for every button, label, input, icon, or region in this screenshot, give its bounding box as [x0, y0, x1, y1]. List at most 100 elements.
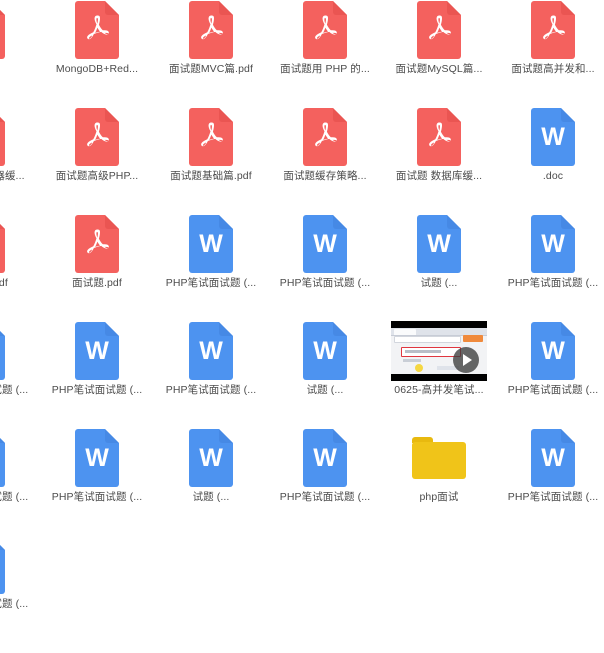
word-file-icon[interactable]: W [415, 214, 463, 274]
word-file-icon[interactable]: W [0, 535, 7, 595]
file-item[interactable]: 面试题基础篇.pdf [154, 107, 268, 214]
file-item[interactable]: MongoDB+Red... [40, 0, 154, 107]
word-file-icon[interactable]: W [187, 428, 235, 488]
file-item-label: PHP笔试面试题 (... [0, 598, 29, 610]
file-item[interactable]: W 试题 (... [382, 214, 496, 321]
file-grid[interactable]: 面试... MongoDB+Red... 面试题MVC篇.pdf 面试题用 PHP 的… [0, 0, 604, 653]
file-item-label: PHP笔试面试题 (... [507, 491, 599, 503]
word-file-icon: W [0, 545, 5, 594]
file-item-label: PHP笔试面试题 (... [51, 384, 143, 396]
pdf-file-icon[interactable] [0, 107, 7, 167]
file-item[interactable]: 面试题用 PHP 的... [268, 0, 382, 107]
word-file-icon: W [531, 322, 575, 380]
word-file-icon[interactable]: W [301, 214, 349, 274]
pdf-file-icon[interactable] [187, 107, 235, 167]
file-item[interactable]: W PHP笔试面试题 (... [268, 428, 382, 535]
svg-text:W: W [313, 444, 337, 472]
file-item[interactable]: W .doc [496, 107, 604, 214]
file-item-label: .doc [542, 170, 564, 182]
word-file-icon: W [189, 322, 233, 380]
preview-orange-badge [463, 335, 483, 342]
svg-text:W: W [541, 337, 565, 365]
file-item[interactable]: 面试题 数据库缓... [382, 107, 496, 214]
file-item[interactable]: 面试题.pdf [0, 214, 40, 321]
play-icon[interactable] [453, 347, 479, 373]
pdf-file-icon [417, 108, 461, 166]
word-file-icon: W [303, 322, 347, 380]
file-item[interactable]: W PHP笔试面试题 (... [0, 321, 40, 428]
pdf-file-icon[interactable] [187, 0, 235, 60]
file-item[interactable]: W PHP笔试面试题 (... [154, 214, 268, 321]
file-item[interactable]: W PHP笔试面试题 (... [496, 321, 604, 428]
pdf-file-icon [417, 1, 461, 59]
file-item-label: PHP笔试面试题 (... [165, 384, 257, 396]
word-file-icon[interactable]: W [0, 428, 7, 488]
pdf-file-icon [189, 108, 233, 166]
file-item[interactable]: W 试题 (... [268, 321, 382, 428]
pdf-file-icon[interactable] [529, 0, 577, 60]
word-file-icon[interactable]: W [187, 214, 235, 274]
svg-text:W: W [85, 444, 109, 472]
file-item-label: 面试题浏览器缓... [0, 170, 25, 182]
word-file-icon[interactable]: W [301, 321, 349, 381]
file-item-label: PHP笔试面试题 (... [0, 384, 29, 396]
file-item[interactable]: 面试... [0, 0, 40, 107]
file-item-label: 面试题MVC篇.pdf [169, 63, 253, 75]
file-item[interactable]: W PHP笔试面试题 (... [154, 321, 268, 428]
file-item[interactable]: 面试题浏览器缓... [0, 107, 40, 214]
pdf-file-icon[interactable] [301, 0, 349, 60]
pdf-file-icon [75, 108, 119, 166]
file-item[interactable]: W PHP笔试面试题 (... [0, 535, 40, 642]
file-item[interactable]: W PHP笔试面试题 (... [496, 214, 604, 321]
word-file-icon: W [189, 215, 233, 273]
file-item-label: 面试题缓存策略... [283, 170, 367, 182]
word-file-icon[interactable]: W [187, 321, 235, 381]
pdf-file-icon[interactable] [415, 107, 463, 167]
file-item[interactable]: 面试题高级PHP... [40, 107, 154, 214]
word-file-icon[interactable]: W [529, 214, 577, 274]
pdf-file-icon[interactable] [0, 214, 7, 274]
word-file-icon: W [531, 429, 575, 487]
pdf-file-icon[interactable] [73, 0, 121, 60]
pdf-file-icon[interactable] [73, 107, 121, 167]
pdf-file-icon [531, 1, 575, 59]
file-item[interactable]: W PHP笔试面试题 (... [496, 428, 604, 535]
file-item[interactable]: 面试题MySQL篇... [382, 0, 496, 107]
file-item[interactable]: 面试题高并发和... [496, 0, 604, 107]
file-item[interactable]: php面试 [382, 428, 496, 535]
word-file-icon: W [189, 429, 233, 487]
file-item[interactable]: W PHP笔试面试题 (... [268, 214, 382, 321]
pdf-file-icon[interactable] [301, 107, 349, 167]
pdf-file-icon [189, 1, 233, 59]
file-item[interactable]: 面试题缓存策略... [268, 107, 382, 214]
svg-text:W: W [427, 230, 451, 258]
word-file-icon[interactable]: W [529, 107, 577, 167]
video-thumbnail-icon[interactable] [391, 321, 487, 381]
file-item[interactable]: 面试题MVC篇.pdf [154, 0, 268, 107]
pdf-file-icon[interactable] [0, 0, 7, 60]
file-item-label: PHP笔试面试题 (... [279, 277, 371, 289]
word-file-icon[interactable]: W [529, 428, 577, 488]
svg-text:W: W [541, 230, 565, 258]
file-item[interactable]: W PHP笔试面试题 (... [0, 428, 40, 535]
pdf-file-icon [0, 10, 5, 59]
word-file-icon[interactable]: W [0, 321, 7, 381]
video-thumbnail-icon[interactable] [391, 321, 487, 381]
pdf-file-icon[interactable] [73, 214, 121, 274]
word-file-icon[interactable]: W [529, 321, 577, 381]
pdf-file-icon [303, 1, 347, 59]
file-item-label: 面试题高并发和... [511, 63, 595, 75]
file-item[interactable]: W PHP笔试面试题 (... [40, 321, 154, 428]
word-file-icon[interactable]: W [73, 428, 121, 488]
word-file-icon[interactable]: W [73, 321, 121, 381]
file-item[interactable]: 0625-高并发笔试... [382, 321, 496, 428]
folder-icon[interactable] [410, 428, 468, 488]
file-item[interactable]: W 试题 (... [154, 428, 268, 535]
pdf-file-icon[interactable] [415, 0, 463, 60]
file-item-label: 0625-高并发笔试... [394, 384, 484, 396]
word-file-icon[interactable]: W [301, 428, 349, 488]
file-item-label: PHP笔试面试题 (... [165, 277, 257, 289]
file-item-label: 面试题.pdf [0, 277, 8, 289]
file-item[interactable]: W PHP笔试面试题 (... [40, 428, 154, 535]
file-item[interactable]: 面试题.pdf [40, 214, 154, 321]
